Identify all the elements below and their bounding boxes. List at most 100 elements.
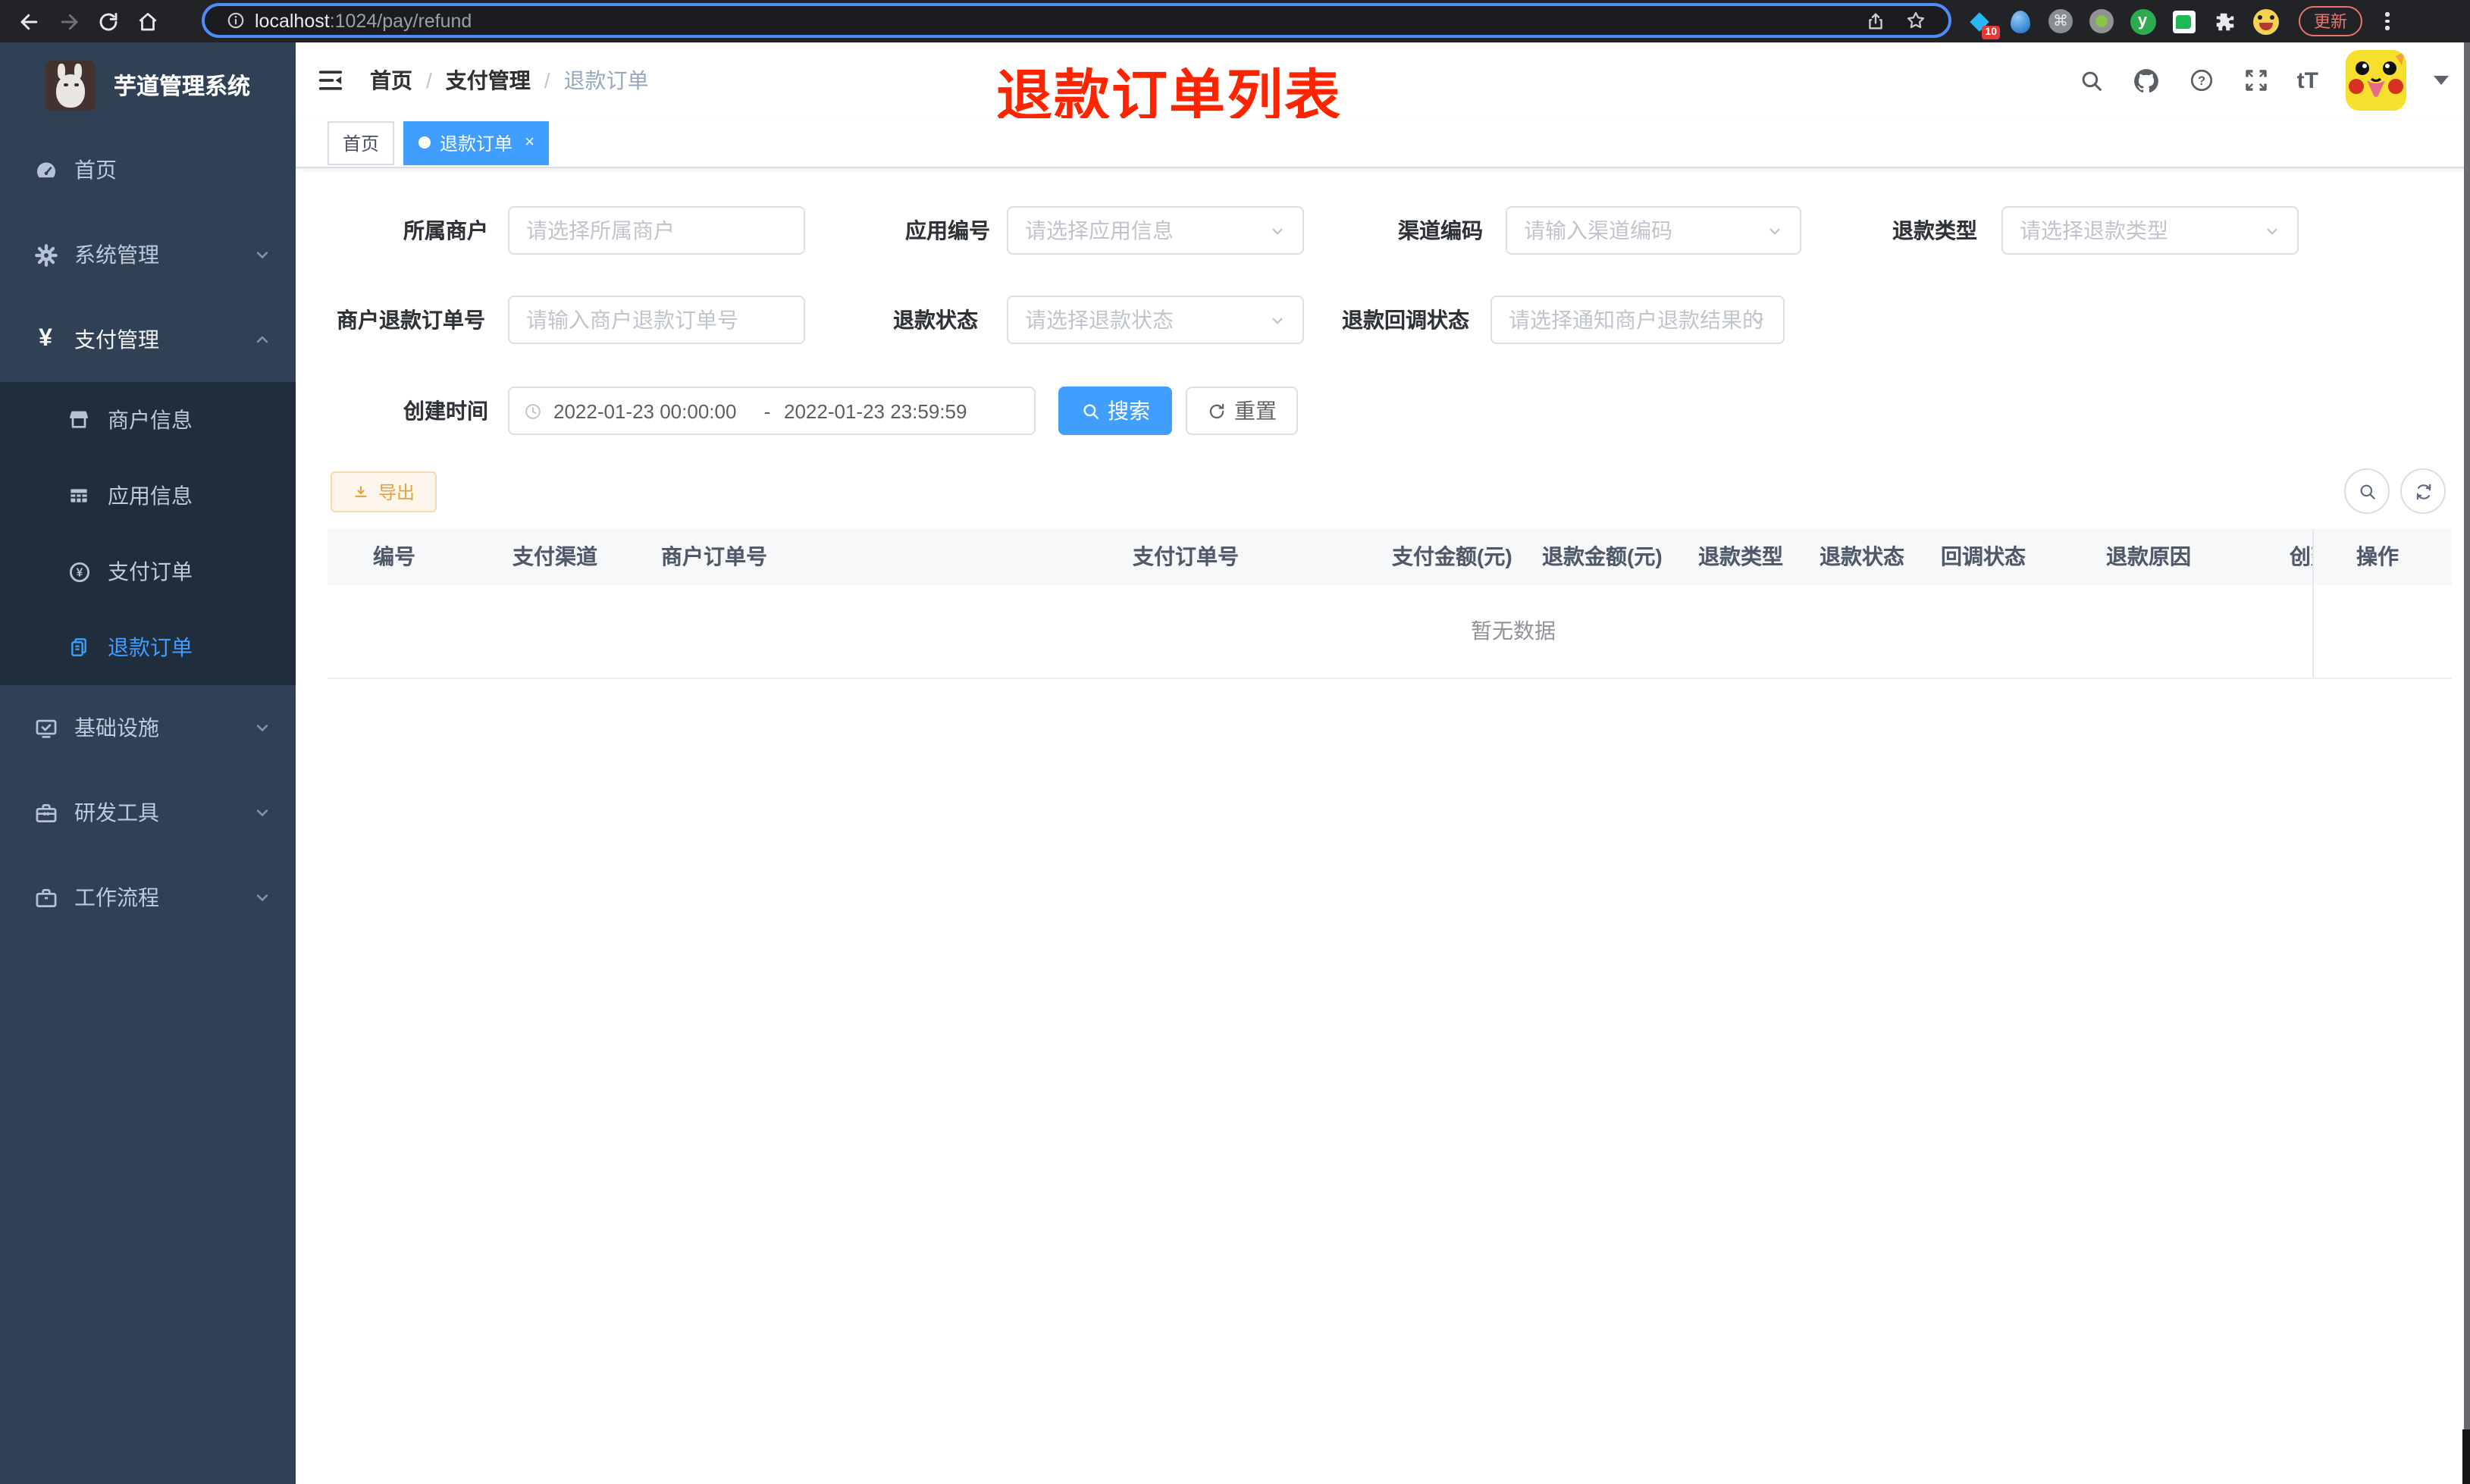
column-header: 创建时间 xyxy=(2290,544,2314,568)
grid-icon xyxy=(65,482,92,509)
filter-label-merchant: 所属商户 xyxy=(403,218,488,243)
notify-status-select[interactable]: 请选择通知商户退款结果的 xyxy=(1490,296,1785,344)
filter-label-notify-status: 退款回调状态 xyxy=(1342,308,1469,332)
column-header: 回调状态 xyxy=(1941,544,2026,568)
breadcrumb: 首页 / 支付管理 / 退款订单 xyxy=(370,42,649,118)
end-date-value[interactable]: 2022-01-23 23:59:59 xyxy=(784,399,981,422)
browser-home-icon[interactable] xyxy=(127,3,167,39)
sidebar-item-pay-order[interactable]: ¥ 支付订单 xyxy=(0,534,296,609)
sidebar-item-app-info[interactable]: 应用信息 xyxy=(0,458,296,534)
placeholder: 请选择所属商户 xyxy=(526,218,675,243)
avatar-caret-icon[interactable] xyxy=(2434,76,2449,85)
sidebar-item-refund-order[interactable]: 退款订单 xyxy=(0,609,296,685)
url-host: localhost xyxy=(255,10,330,31)
extension-balloon-icon[interactable] xyxy=(2006,8,2033,35)
bookmark-star-icon[interactable] xyxy=(1904,9,1927,32)
export-button[interactable]: 导出 xyxy=(331,471,437,512)
browser-forward-icon[interactable] xyxy=(49,3,88,39)
chevron-down-icon xyxy=(1269,222,1286,239)
navbar-actions: ? tT xyxy=(2079,42,2449,118)
extension-chat-icon[interactable] xyxy=(2170,8,2197,35)
column-header: 退款原因 xyxy=(2106,544,2191,568)
tag-close-icon[interactable]: × xyxy=(525,133,534,152)
browser-reload-icon[interactable] xyxy=(88,3,127,39)
svg-text:?: ? xyxy=(2198,74,2205,88)
extensions-puzzle-icon[interactable] xyxy=(2211,8,2238,35)
sidebar-item-label: 首页 xyxy=(74,158,117,182)
sidebar-item-home[interactable]: 首页 xyxy=(0,127,296,212)
filter-label-refund-type: 退款类型 xyxy=(1892,218,1977,243)
sidebar-item-label: 基础设施 xyxy=(74,715,159,740)
start-date-value[interactable]: 2022-01-23 00:00:00 xyxy=(553,399,751,422)
address-bar[interactable]: localhost:1024/pay/refund xyxy=(202,3,1951,38)
breadcrumb-separator: / xyxy=(544,68,550,92)
font-size-icon[interactable]: tT xyxy=(2297,67,2318,93)
empty-text: 暂无数据 xyxy=(1471,618,1556,643)
extension-y-icon[interactable]: y xyxy=(2129,8,2156,35)
column-header: 支付金额(元) xyxy=(1392,544,1512,568)
top-navbar: 首页 / 支付管理 / 退款订单 退款订单列表 ? tT xyxy=(296,42,2470,127)
chevron-down-icon xyxy=(253,888,271,906)
help-icon[interactable]: ? xyxy=(2188,67,2215,94)
refund-status-select[interactable]: 请选择退款状态 xyxy=(1007,296,1304,344)
table-header: 编号 支付渠道 商户订单号 支付订单号 支付金额(元) 退款金额(元) 退款类型… xyxy=(328,529,2452,585)
app-logo[interactable]: 芋道管理系统 xyxy=(0,42,296,127)
chevron-down-icon xyxy=(1269,312,1286,328)
svg-text:¥: ¥ xyxy=(76,566,83,579)
screenshot-root: localhost:1024/pay/refund 10 ⌘ y 更新 芋道管… xyxy=(0,0,2470,1484)
create-time-range-picker[interactable]: 2022-01-23 00:00:00 - 2022-01-23 23:59:5… xyxy=(508,387,1036,435)
channel-select[interactable]: 请输入渠道编码 xyxy=(1506,206,1801,255)
filter-label-refund-status: 退款状态 xyxy=(893,308,978,332)
refund-type-select[interactable]: 请选择退款类型 xyxy=(2001,206,2299,255)
column-header: 支付渠道 xyxy=(512,544,597,568)
browser-menu-icon[interactable] xyxy=(2385,12,2389,30)
pay-submenu: 商户信息 应用信息 ¥ 支付订单 退款订单 xyxy=(0,382,296,685)
filter-label-create-time: 创建时间 xyxy=(403,399,488,423)
search-button-label: 搜索 xyxy=(1108,399,1150,423)
tag-active-dot xyxy=(418,136,431,149)
extension-dot-icon[interactable] xyxy=(2088,8,2115,35)
extension-command-icon[interactable]: ⌘ xyxy=(2047,8,2074,35)
column-header: 编号 xyxy=(373,544,415,568)
date-range-separator: - xyxy=(763,399,771,422)
tag-home[interactable]: 首页 xyxy=(328,121,395,164)
gear-icon xyxy=(32,241,59,268)
merchant-refund-no-input[interactable]: 请输入商户退款订单号 xyxy=(508,296,805,344)
search-icon[interactable] xyxy=(2079,67,2105,93)
github-icon[interactable] xyxy=(2132,66,2161,95)
tags-view: 首页 退款订单 × xyxy=(296,118,2470,168)
refresh-button[interactable] xyxy=(2400,468,2446,514)
site-info-icon[interactable] xyxy=(226,11,246,30)
filter-label-app: 应用编号 xyxy=(905,218,990,243)
browser-back-icon[interactable] xyxy=(9,3,49,39)
reset-button-label: 重置 xyxy=(1234,399,1277,423)
toolbox-icon xyxy=(32,799,59,826)
app-select[interactable]: 请选择应用信息 xyxy=(1007,206,1304,255)
breadcrumb-pay[interactable]: 支付管理 xyxy=(446,65,531,95)
show-search-toggle-button[interactable] xyxy=(2344,468,2390,514)
sidebar-item-workflow[interactable]: 工作流程 xyxy=(0,855,296,940)
browser-update-button[interactable]: 更新 xyxy=(2299,6,2362,36)
tag-label: 退款订单 xyxy=(440,133,513,154)
sidebar-collapse-icon[interactable] xyxy=(315,65,346,95)
sidebar-item-label: 支付管理 xyxy=(74,327,159,352)
sidebar-item-label: 应用信息 xyxy=(108,484,193,508)
extension-diamond-icon[interactable]: 10 xyxy=(1965,8,2000,39)
reset-button[interactable]: 重置 xyxy=(1186,387,1298,435)
search-button[interactable]: 搜索 xyxy=(1058,387,1172,435)
sidebar-item-system[interactable]: 系统管理 xyxy=(0,212,296,297)
merchant-input[interactable]: 请选择所属商户 xyxy=(508,206,805,255)
tag-refund-order[interactable]: 退款订单 × xyxy=(403,121,550,164)
sidebar-item-pay[interactable]: ¥ 支付管理 xyxy=(0,297,296,382)
export-button-label: 导出 xyxy=(378,482,415,503)
fullscreen-icon[interactable] xyxy=(2243,67,2270,94)
share-icon[interactable] xyxy=(1865,10,1886,31)
avatar[interactable] xyxy=(2346,50,2406,111)
window-edge-scrollbar[interactable] xyxy=(2462,1429,2470,1484)
chevron-up-icon xyxy=(253,330,271,349)
sidebar-item-infra[interactable]: 基础设施 xyxy=(0,685,296,770)
sidebar-item-merchant-info[interactable]: 商户信息 xyxy=(0,382,296,458)
breadcrumb-home[interactable]: 首页 xyxy=(370,65,412,95)
sidebar-item-devtools[interactable]: 研发工具 xyxy=(0,770,296,855)
extension-emoji-icon[interactable] xyxy=(2252,8,2279,35)
